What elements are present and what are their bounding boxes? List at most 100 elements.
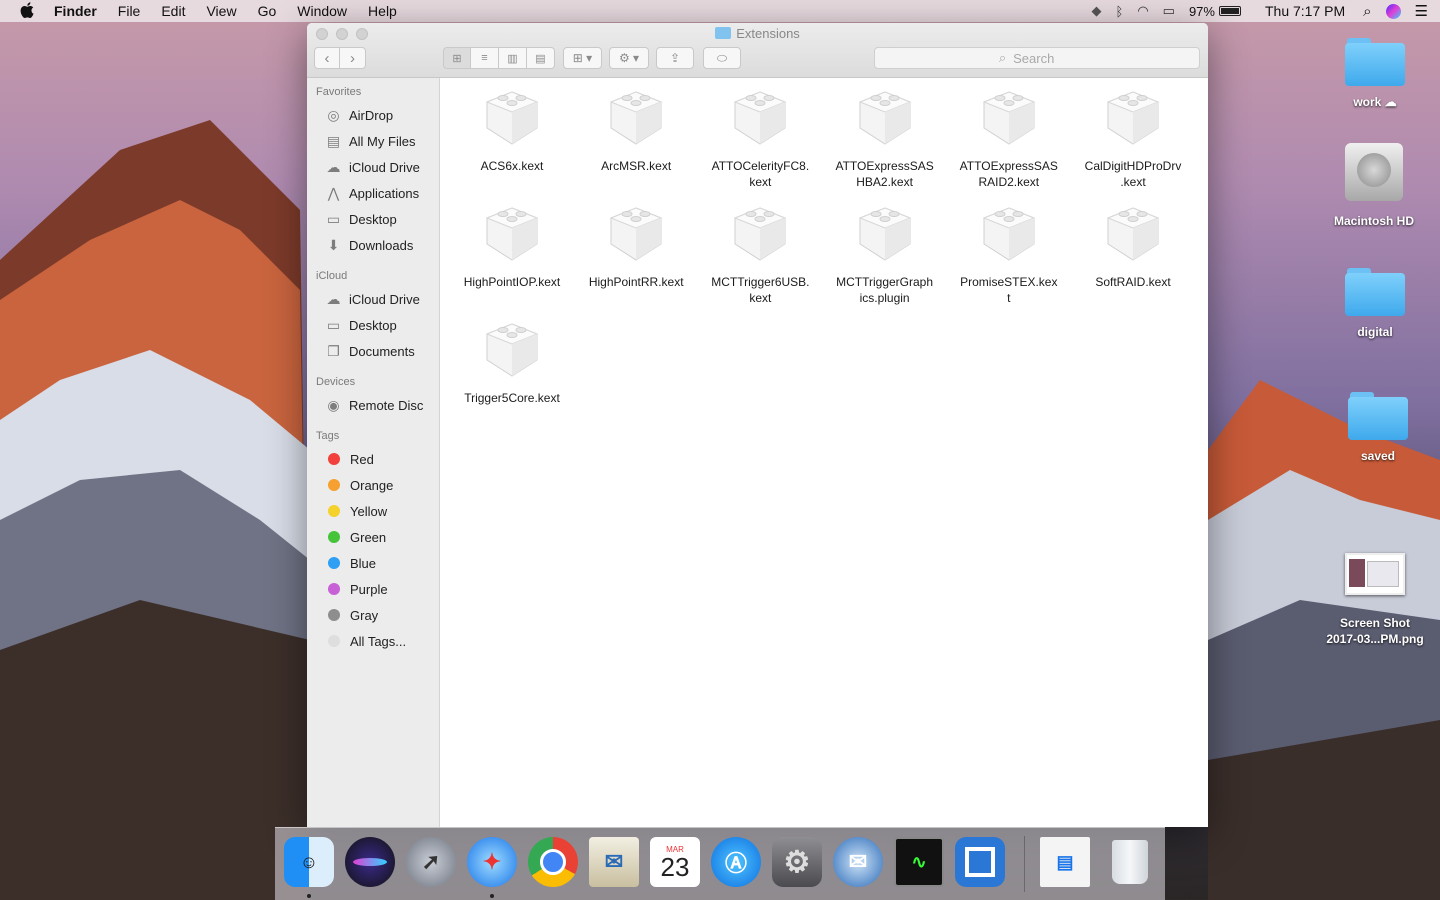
desktop-folder-saved[interactable]: saved <box>1323 392 1433 464</box>
desktop-macintosh-hd[interactable]: Macintosh HD <box>1319 143 1429 229</box>
sidebar-tag-item[interactable]: Red <box>325 448 437 470</box>
dock-brackets[interactable] <box>955 837 1005 887</box>
file-item[interactable]: PromiseSTEX.kex t <box>947 204 1071 306</box>
file-name-line1: ATTOExpressSAS <box>835 159 934 173</box>
sidebar-tag-label: Purple <box>350 581 388 597</box>
wifi-icon[interactable]: ◠ <box>1137 3 1148 19</box>
sidebar-item-documents[interactable]: ❐ Documents <box>325 340 437 362</box>
file-item[interactable]: ATTOExpressSAS HBA2.kext <box>823 88 947 190</box>
sidebar-item-icloud-desktop[interactable]: ▭ Desktop <box>325 314 437 336</box>
dock-finder[interactable]: ☺ <box>284 837 334 887</box>
sidebar-tag-item[interactable]: Green <box>325 526 437 548</box>
folder-icon <box>1345 38 1405 86</box>
icon-view-button[interactable]: ⊞ <box>443 47 471 69</box>
menu-file[interactable]: File <box>118 3 141 19</box>
sidebar-item-downloads[interactable]: ⬇ Downloads <box>325 234 437 256</box>
notification-center-icon[interactable]: ☰ <box>1415 2 1428 20</box>
menu-window[interactable]: Window <box>297 3 347 19</box>
dock-system-preferences[interactable]: ⚙ <box>772 837 822 887</box>
file-item[interactable]: SoftRAID.kext <box>1071 204 1195 290</box>
dock-activity-monitor[interactable]: ∿ <box>894 837 944 887</box>
dock-calendar[interactable]: MAR 23 <box>650 837 700 887</box>
tag-color-dot-icon <box>328 583 340 595</box>
dock-downloads-stack[interactable]: ▤ <box>1040 837 1090 887</box>
desktop-folder-digital[interactable]: digital <box>1320 268 1430 340</box>
desktop-folder-work[interactable]: work ☁ <box>1320 38 1430 110</box>
battery-icon[interactable] <box>1218 6 1241 16</box>
apple-menu-icon[interactable] <box>20 1 36 21</box>
trash-icon <box>1112 840 1148 884</box>
column-view-button[interactable]: ▥ <box>499 47 527 69</box>
menu-view[interactable]: View <box>206 3 236 19</box>
list-view-button[interactable]: ≡ <box>471 47 499 69</box>
menu-help[interactable]: Help <box>368 3 397 19</box>
file-item[interactable]: Trigger5Core.kext <box>450 320 574 406</box>
menu-app-name[interactable]: Finder <box>54 3 97 19</box>
dock-safari[interactable]: ✦ <box>467 837 517 887</box>
battery-percent[interactable]: 97% <box>1189 4 1215 19</box>
action-button[interactable]: ⚙ ▾ <box>609 47 649 69</box>
kext-bundle-icon <box>607 204 665 264</box>
menu-clock[interactable]: Thu 7:17 PM <box>1265 3 1345 19</box>
arrange-button[interactable]: ⊞ ▾ <box>563 47 602 69</box>
dock-trash[interactable] <box>1105 837 1155 887</box>
dock-launchpad[interactable]: ➚ <box>406 837 456 887</box>
search-input[interactable] <box>1011 49 1076 67</box>
menu-edit[interactable]: Edit <box>161 3 185 19</box>
dock-app-store[interactable]: Ⓐ <box>711 837 761 887</box>
cover-flow-button[interactable]: ▤ <box>527 47 555 69</box>
window-title: Extensions <box>307 26 1208 41</box>
file-name-line1: Trigger5Core.kext <box>464 391 560 405</box>
desktop-screenshot-file[interactable]: Screen Shot 2017-03...PM.png <box>1320 553 1430 647</box>
dock-thunderbird[interactable]: ✉ <box>833 837 883 887</box>
sidebar-tag-item[interactable]: Blue <box>325 552 437 574</box>
airdrop-icon: ◎ <box>327 106 340 123</box>
tags-button[interactable]: ⬭ <box>703 47 741 69</box>
sidebar-header-favorites: Favorites <box>316 86 362 98</box>
file-name-line1: ArcMSR.kext <box>601 159 672 173</box>
sidebar-tag-item[interactable]: Orange <box>325 474 437 496</box>
sidebar-tag-item[interactable]: All Tags... <box>325 630 437 652</box>
back-button[interactable]: ‹ <box>314 47 340 69</box>
file-item[interactable]: ATTOExpressSAS RAID2.kext <box>947 88 1071 190</box>
spotlight-icon[interactable]: ⌕ <box>1363 3 1371 20</box>
dock-chrome[interactable] <box>528 837 578 887</box>
sidebar-item-desktop[interactable]: ▭ Desktop <box>325 208 437 230</box>
sidebar-tag-item[interactable]: Gray <box>325 604 437 626</box>
file-item[interactable]: MCTTriggerGraph ics.plugin <box>823 204 947 306</box>
file-item[interactable]: ACS6x.kext <box>450 88 574 174</box>
gear-icon: ⚙ <box>783 845 811 879</box>
share-button[interactable]: ⇪ <box>656 47 694 69</box>
cover-flow-icon: ▤ <box>535 52 546 65</box>
sidebar-item-all-my-files[interactable]: ▤ All My Files <box>325 130 437 152</box>
dropbox-icon[interactable]: ◆ <box>1092 3 1102 19</box>
file-item[interactable]: MCTTrigger6USB. kext <box>698 204 822 306</box>
file-item[interactable]: HighPointIOP.kext <box>450 204 574 290</box>
file-item[interactable]: ATTOCelerityFC8. kext <box>698 88 822 190</box>
menu-go[interactable]: Go <box>258 3 277 19</box>
sidebar-item-airdrop[interactable]: ◎ AirDrop <box>325 104 437 126</box>
sidebar-tag-item[interactable]: Purple <box>325 578 437 600</box>
kext-bundle-icon <box>856 204 914 264</box>
siri-icon[interactable] <box>1385 3 1401 19</box>
forward-button[interactable]: › <box>340 47 366 69</box>
dock-siri[interactable] <box>345 837 395 887</box>
tag-color-dot-icon <box>328 479 340 491</box>
search-field[interactable]: ⌕ <box>874 47 1200 69</box>
airplay-icon[interactable]: ▭ <box>1163 3 1175 19</box>
sidebar-item-remote-disc[interactable]: ◉ Remote Disc <box>325 394 437 416</box>
file-name-line1: HighPointIOP.kext <box>463 275 561 289</box>
columns-icon: ▥ <box>507 52 518 65</box>
rocket-icon: ➚ <box>421 849 441 874</box>
file-item[interactable]: HighPointRR.kext <box>574 204 698 290</box>
sidebar-tag-item[interactable]: Yellow <box>325 500 437 522</box>
dock-mail[interactable]: ✉ <box>589 837 639 887</box>
file-item[interactable]: ArcMSR.kext <box>574 88 698 174</box>
sidebar-item-label: Remote Disc <box>349 397 424 413</box>
file-item[interactable]: CalDigitHDProDrv .kext <box>1071 88 1195 190</box>
sidebar-item-applications[interactable]: ⋀ Applications <box>325 182 437 204</box>
bluetooth-icon[interactable]: ᛒ <box>1116 4 1124 19</box>
desktop-label-digital: digital <box>1357 325 1393 339</box>
sidebar-item-icloud-drive[interactable]: ☁ iCloud Drive <box>325 156 437 178</box>
sidebar-item-icloud-drive-2[interactable]: ☁ iCloud Drive <box>325 288 437 310</box>
